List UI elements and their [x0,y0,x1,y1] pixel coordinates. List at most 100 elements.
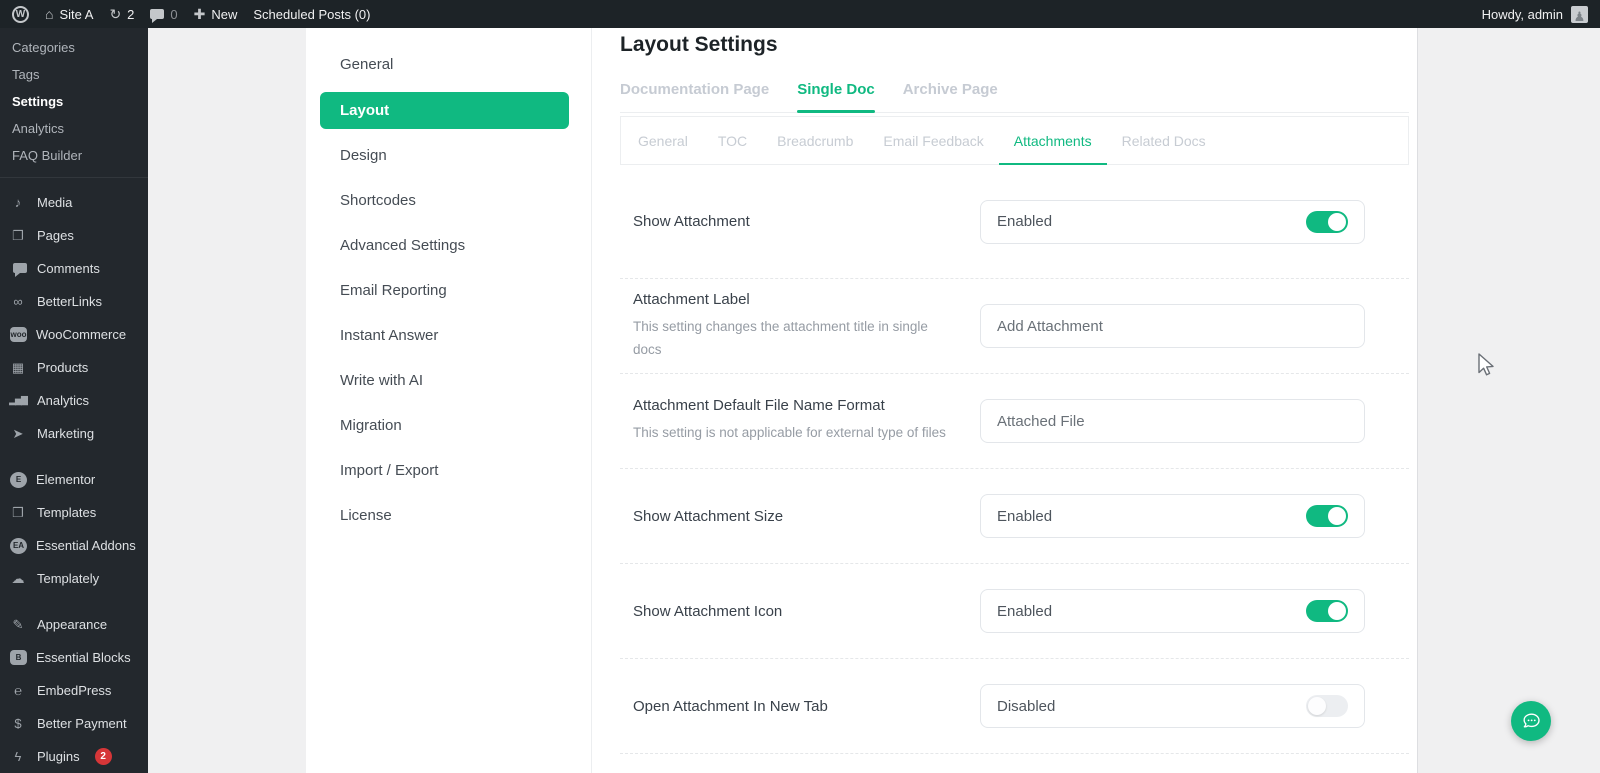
toggle-field: Enabled [980,589,1365,633]
toggle-state-label: Enabled [997,603,1052,620]
setting-row-show-attachment-size: Show Attachment Size Enabled [620,469,1409,564]
sidebar-item-appearance[interactable]: ✎ Appearance [0,608,148,641]
payment-icon: $ [8,717,28,730]
toggle-state-label: Enabled [997,213,1052,230]
sidebar-item-comments[interactable]: Comments [0,252,148,285]
sidebar-item-plugins[interactable]: ϟ Plugins 2 [0,740,148,773]
products-icon: ▦ [8,361,28,374]
megaphone-icon: ➤ [8,427,28,440]
comments-menu[interactable]: 0 [150,7,177,22]
media-icon: ♪ [8,196,28,209]
wordpress-logo-menu[interactable]: W [12,6,29,23]
toggle-state-label: Disabled [997,698,1055,715]
brush-icon: ✎ [8,618,28,631]
sidebar-item-media[interactable]: ♪ Media [0,186,148,219]
subtab-breadcrumb[interactable]: Breadcrumb [762,117,868,164]
sidebar-item-label: Comments [37,261,100,276]
updates-menu[interactable]: ↻ 2 [109,7,134,22]
sidebar-item-label: Products [37,360,88,375]
sidebar-item-woocommerce[interactable]: woo WooCommerce [0,318,148,351]
subtab-related-docs[interactable]: Related Docs [1107,117,1221,164]
settings-nav-advanced-settings[interactable]: Advanced Settings [306,223,591,268]
scheduled-posts-label: Scheduled Posts (0) [253,7,370,22]
sidebar-item-analytics[interactable]: ▂▅▇ Analytics [0,384,148,417]
comments-count: 0 [170,7,177,22]
sidebar-item-settings[interactable]: Settings [0,88,148,115]
settings-nav-email-reporting[interactable]: Email Reporting [306,268,591,313]
setting-label: Show Attachment Size [633,508,950,525]
avatar[interactable]: ♟ [1571,6,1588,23]
site-menu[interactable]: ⌂ Site A [45,7,93,22]
sidebar-item-label: EmbedPress [37,683,111,698]
attachment-label-input[interactable] [980,304,1365,348]
sidebar-item-betterlinks[interactable]: ∞ BetterLinks [0,285,148,318]
settings-nav-shortcodes[interactable]: Shortcodes [306,178,591,223]
embedpress-icon: ℮ [8,684,28,697]
subtab-email-feedback[interactable]: Email Feedback [868,117,998,164]
sidebar-item-label: Better Payment [37,716,127,731]
plus-icon: ✚ [194,7,206,21]
settings-nav-layout[interactable]: Layout [320,92,569,129]
tab-documentation-page[interactable]: Documentation Page [620,81,769,112]
sidebar-item-templately[interactable]: ☁ Templately [0,562,148,595]
sidebar-item-better-payment[interactable]: $ Better Payment [0,707,148,740]
toggle-switch[interactable] [1306,211,1348,233]
sidebar-item-categories[interactable]: Categories [0,34,148,61]
sidebar-item-tags[interactable]: Tags [0,61,148,88]
settings-nav-migration[interactable]: Migration [306,403,591,448]
toggle-field: Disabled [980,684,1365,728]
settings-nav-instant-answer[interactable]: Instant Answer [306,313,591,358]
updates-icon: ↻ [109,7,121,21]
sidebar-item-pages[interactable]: ❐ Pages [0,219,148,252]
page-tabs: Documentation Page Single Doc Archive Pa… [620,81,1409,113]
setting-description: This setting changes the attachment titl… [633,316,950,361]
sidebar-item-marketing[interactable]: ➤ Marketing [0,417,148,450]
sidebar-item-embedpress[interactable]: ℮ EmbedPress [0,674,148,707]
subtab-attachments[interactable]: Attachments [999,117,1107,164]
toggle-switch[interactable] [1306,695,1348,717]
sidebar-item-label: WooCommerce [36,327,126,342]
sidebar-item-essential-blocks[interactable]: B Essential Blocks [0,641,148,674]
scheduled-posts-menu[interactable]: Scheduled Posts (0) [253,7,370,22]
essential-addons-icon: EA [10,538,27,554]
page-title: Layout Settings [620,33,1409,57]
sidebar-item-label: Marketing [37,426,94,441]
link-icon: ∞ [8,295,28,308]
sidebar-item-templates[interactable]: ❒ Templates [0,496,148,529]
sidebar-item-faq-builder[interactable]: FAQ Builder [0,142,148,169]
settings-nav-design[interactable]: Design [306,133,591,178]
subtab-toc[interactable]: TOC [703,117,762,164]
setting-label: Open Attachment In New Tab [633,698,950,715]
settings-nav-import-export[interactable]: Import / Export [306,448,591,493]
attachment-filename-input[interactable] [980,399,1365,443]
sidebar-item-label: Analytics [37,393,89,408]
setting-label: Attachment Default File Name Format [633,397,950,414]
settings-nav: General Layout Design Shortcodes Advance… [306,28,592,773]
toggle-switch[interactable] [1306,600,1348,622]
chat-widget-button[interactable] [1511,701,1551,741]
setting-row-open-attachment-new-tab: Open Attachment In New Tab Disabled [620,659,1409,754]
sidebar-item-products[interactable]: ▦ Products [0,351,148,384]
sidebar-item-label: Templately [37,571,99,586]
pages-icon: ❐ [8,229,28,242]
plugins-update-badge: 2 [95,748,112,765]
toggle-switch[interactable] [1306,505,1348,527]
subtab-general[interactable]: General [623,117,703,164]
mouse-cursor [1477,353,1497,384]
howdy-account-menu[interactable]: Howdy, admin [1482,7,1563,22]
sidebar-item-analytics-sub[interactable]: Analytics [0,115,148,142]
bar-chart-icon: ▂▅▇ [8,396,28,405]
setting-row-attachment-filename-format: Attachment Default File Name Format This… [620,374,1409,469]
settings-nav-general[interactable]: General [306,42,591,87]
tab-archive-page[interactable]: Archive Page [903,81,998,112]
setting-row-show-attachment-icon: Show Attachment Icon Enabled [620,564,1409,659]
new-menu[interactable]: ✚ New [194,7,238,22]
settings-nav-license[interactable]: License [306,493,591,538]
sidebar-item-essential-addons[interactable]: EA Essential Addons [0,529,148,562]
setting-row-show-attachment: Show Attachment Enabled [620,165,1409,279]
settings-nav-write-with-ai[interactable]: Write with AI [306,358,591,403]
site-name: Site A [59,7,93,22]
tab-single-doc[interactable]: Single Doc [797,81,875,112]
sidebar-item-elementor[interactable]: E Elementor [0,463,148,496]
wp-admin-sidebar: Categories Tags Settings Analytics FAQ B… [0,28,148,773]
